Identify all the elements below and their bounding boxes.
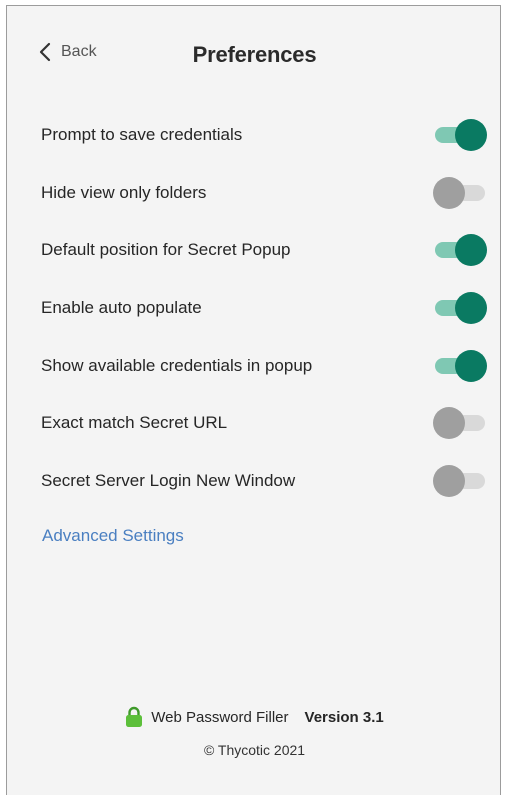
toggle-default-position[interactable] [433,233,487,267]
toggle-prompt-save[interactable] [433,118,487,152]
toggle-show-credentials[interactable] [433,349,487,383]
toggle-auto-populate[interactable] [433,291,487,325]
setting-label: Hide view only folders [41,182,207,202]
version-label: Version 3.1 [304,708,384,726]
settings-list: Prompt to save credentials Hide view onl… [41,106,487,510]
setting-row-prompt-save: Prompt to save credentials [41,106,487,164]
setting-row-exact-match: Exact match Secret URL [41,394,487,452]
setting-row-default-position: Default position for Secret Popup [41,221,487,279]
setting-label: Exact match Secret URL [41,413,228,433]
footer: Web Password Filler Version 3.1 © Thycot… [7,706,502,758]
advanced-settings-link[interactable]: Advanced Settings [42,526,184,546]
setting-label: Default position for Secret Popup [41,240,291,260]
preferences-panel: Back Preferences Prompt to save credenti… [6,5,501,795]
header: Back Preferences [7,6,500,106]
toggle-hide-view-only[interactable] [433,176,487,210]
page-title: Preferences [192,42,317,67]
setting-row-hide-view-only: Hide view only folders [41,164,487,222]
setting-row-auto-populate: Enable auto populate [41,279,487,337]
setting-label: Secret Server Login New Window [41,470,296,490]
setting-label: Prompt to save credentials [41,124,243,144]
lock-icon [126,706,143,727]
copyright: © Thycotic 2021 [203,742,306,758]
setting-label: Show available credentials in popup [41,355,313,375]
toggle-exact-match[interactable] [433,406,487,440]
setting-row-login-new-window: Secret Server Login New Window [41,452,487,510]
product-info: Web Password Filler Version 3.1 [7,706,502,728]
setting-row-show-credentials: Show available credentials in popup [41,337,487,395]
toggle-login-new-window[interactable] [433,464,487,498]
setting-label: Enable auto populate [41,297,202,317]
product-name: Web Password Filler [151,708,289,726]
